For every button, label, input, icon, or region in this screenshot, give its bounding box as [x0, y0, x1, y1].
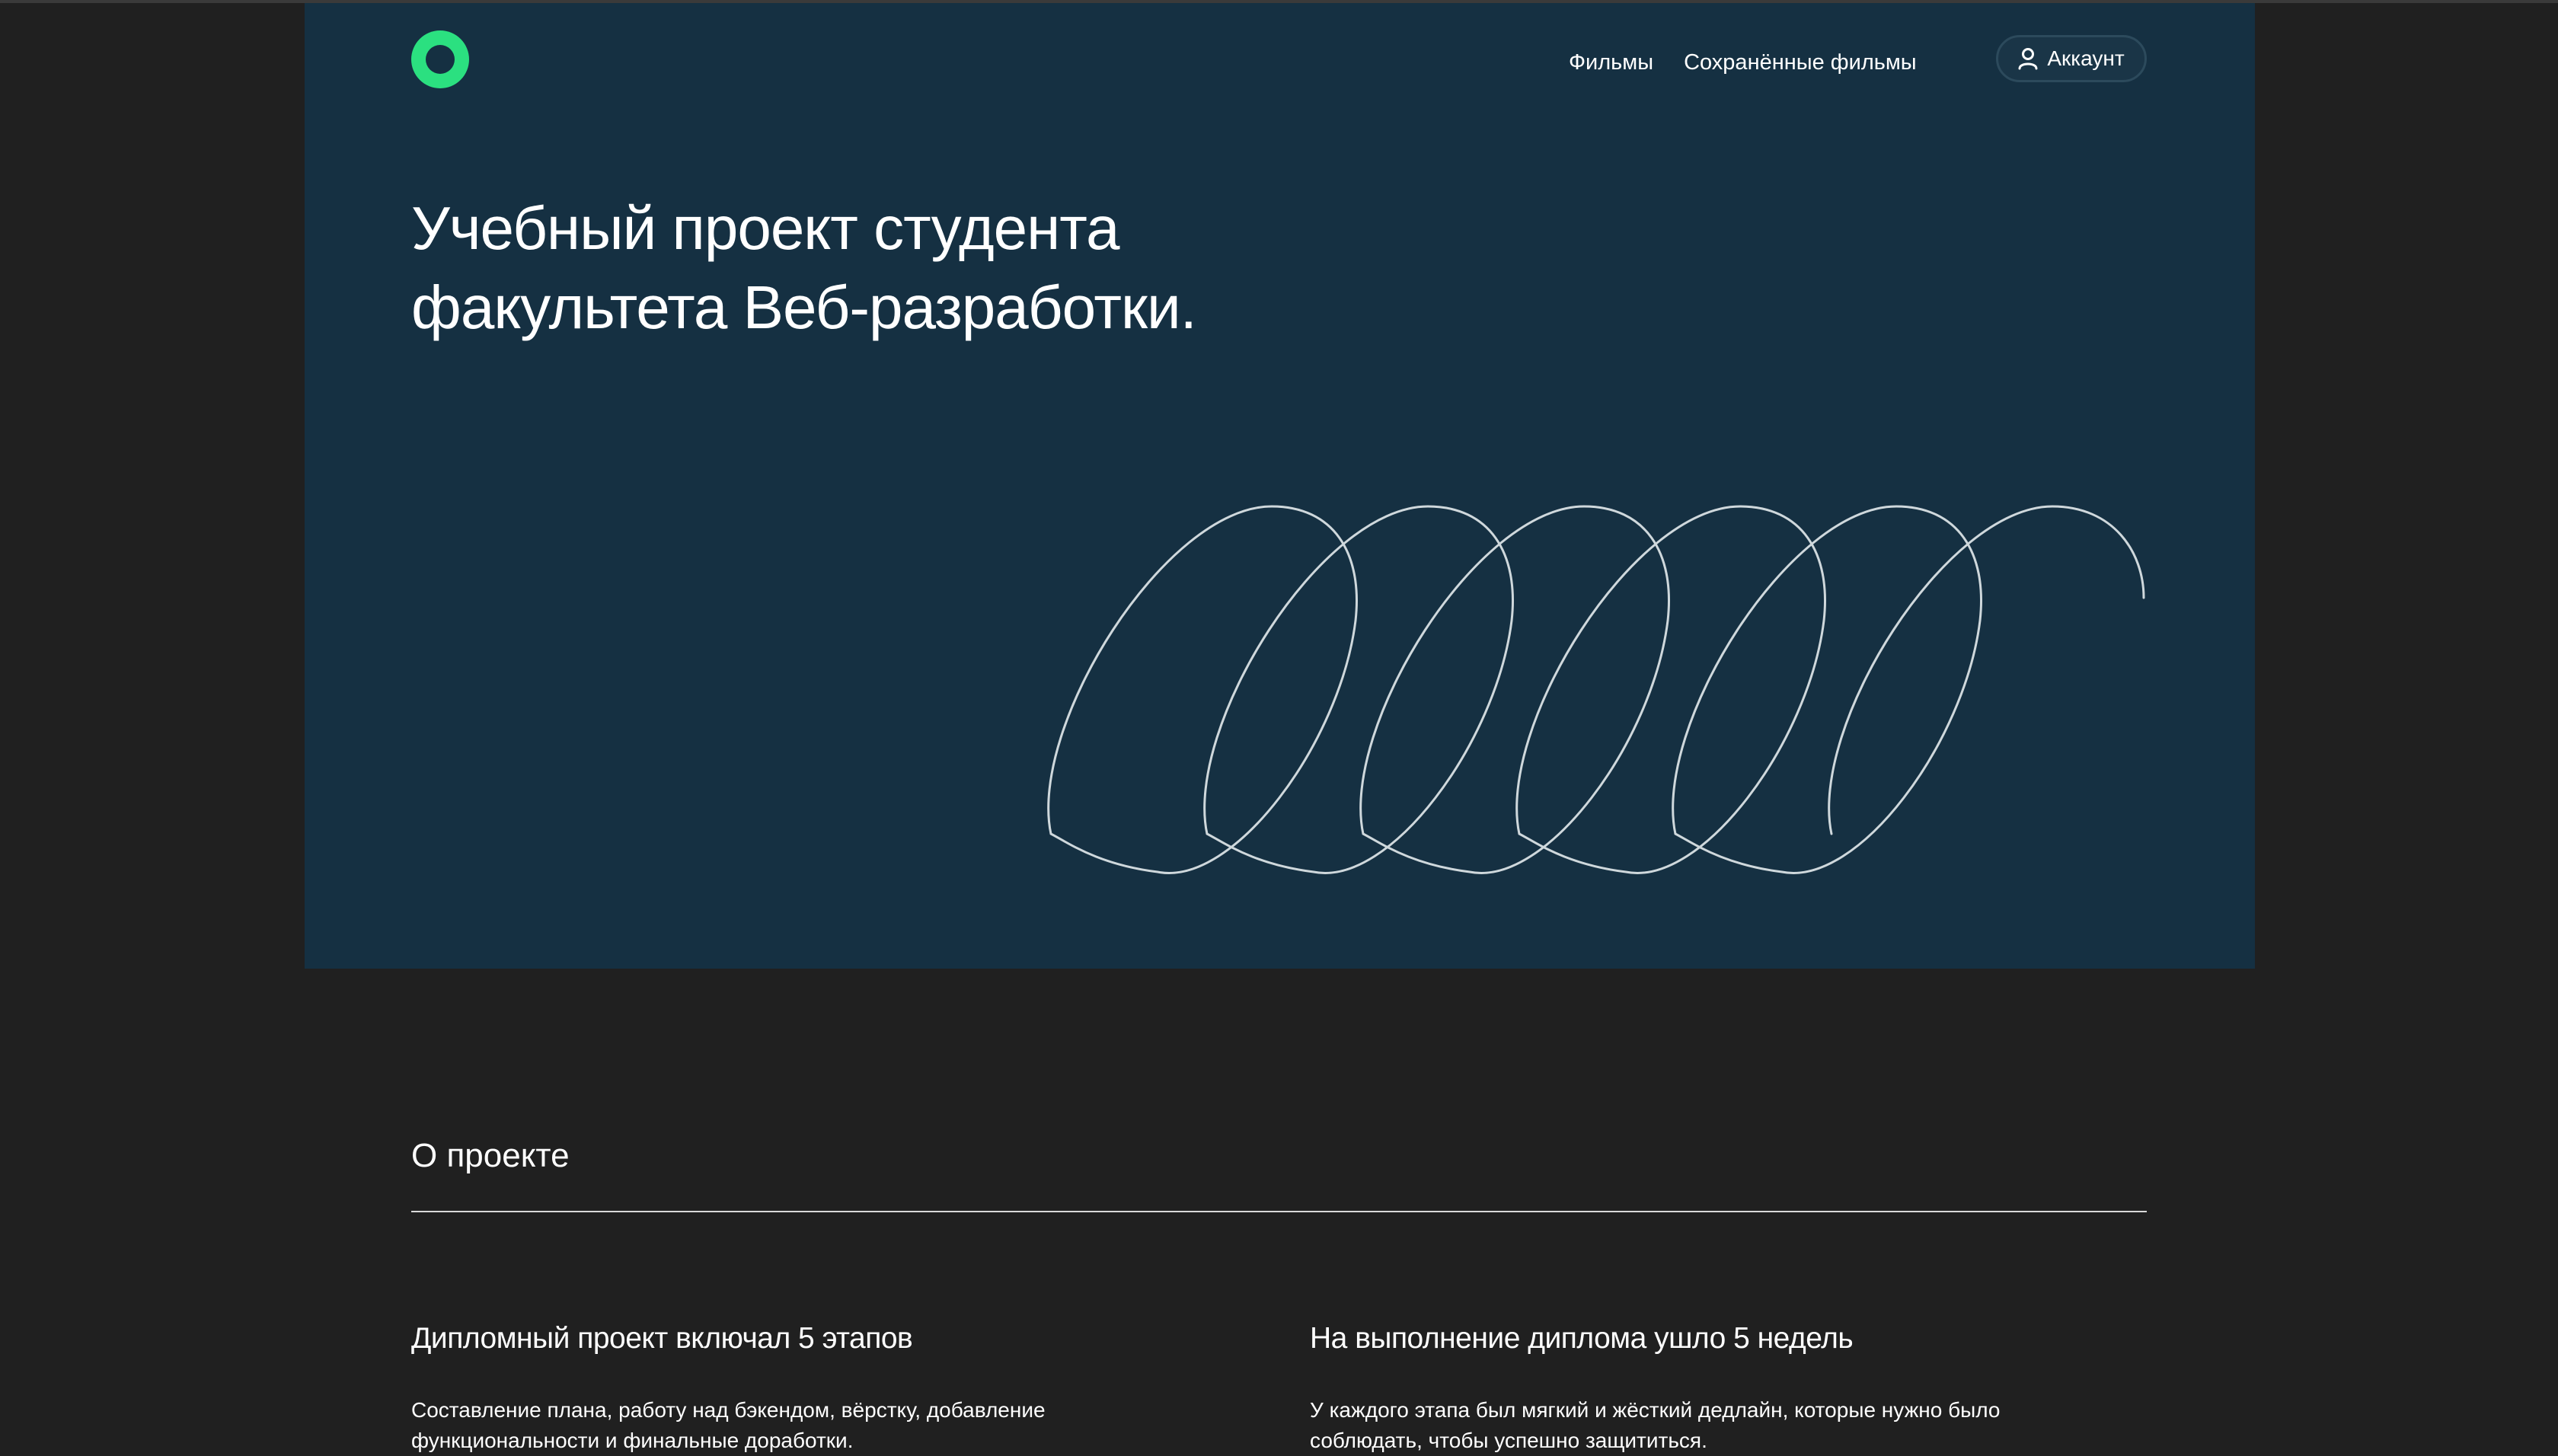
coil-loop-6: [1828, 505, 2145, 835]
about-column-heading: На выполнение диплома ушло 5 недель: [1310, 1322, 1854, 1355]
nav-link-saved-movies[interactable]: Сохранённые фильмы: [1684, 50, 1917, 75]
coil-loop-1: [1047, 505, 1358, 874]
about-column-duration: На выполнение диплома ушло 5 недель У ка…: [1310, 1317, 2071, 1456]
coil-loop-2: [1203, 505, 1514, 874]
account-button-label: Аккаунт: [2047, 46, 2125, 70]
about-column-stages: Дипломный проект включал 5 этапов Состав…: [411, 1317, 1173, 1456]
about-column-text: Составление плана, работу над бэкендом, …: [411, 1398, 1046, 1452]
user-icon: [2018, 48, 2038, 70]
hero-title-line-1: Учебный проект студента: [411, 194, 1120, 262]
about-divider: [411, 1211, 2147, 1212]
about-column-text: У каждого этапа был мягкий и жёсткий дед…: [1310, 1398, 2001, 1452]
coil-loop-5: [1672, 505, 1982, 874]
hero-title-line-2: факультета Веб-разработки.: [411, 273, 1197, 341]
ring-logo-icon[interactable]: [411, 30, 469, 88]
nav-link-movies[interactable]: Фильмы: [1569, 50, 1653, 75]
coil-loop-3: [1359, 505, 1670, 874]
main-nav: Фильмы Сохранённые фильмы: [1569, 35, 1917, 90]
decorative-coil-graphic: [1047, 505, 2145, 874]
hero-title: Учебный проект студента факультета Веб-р…: [411, 189, 1325, 347]
account-button[interactable]: Аккаунт: [1996, 35, 2147, 82]
about-section-title: О проекте: [411, 1137, 570, 1174]
about-column-heading: Дипломный проект включал 5 этапов: [411, 1322, 913, 1355]
coil-loop-4: [1515, 505, 1826, 874]
logo-inner: [426, 45, 455, 74]
